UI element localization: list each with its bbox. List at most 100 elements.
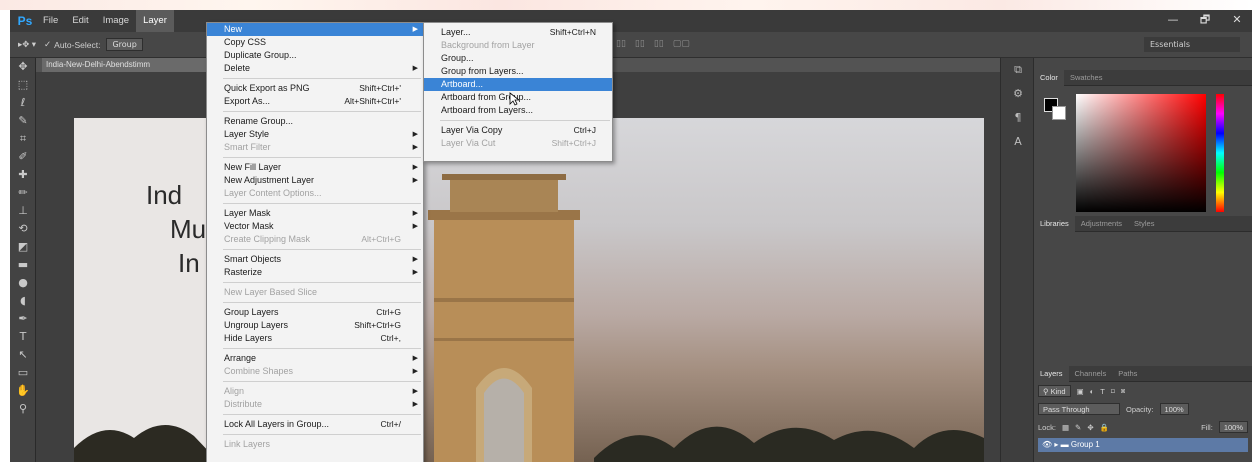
layer-menu-item-duplicate-group[interactable]: Duplicate Group...: [207, 49, 423, 62]
new-submenu-item-layer[interactable]: Layer... Shift+Ctrl+N: [424, 26, 612, 39]
tab-paths[interactable]: Paths: [1112, 369, 1143, 378]
fill-field[interactable]: 100%: [1218, 421, 1248, 433]
tab-libraries[interactable]: Libraries: [1034, 215, 1075, 232]
layer-menu-item-lock-all-layers-in-group[interactable]: Lock All Layers in Group... Ctrl+/: [207, 418, 423, 431]
clone-stamp-icon[interactable]: ⊥: [10, 202, 36, 220]
properties-panel-icon[interactable]: ⚙: [1001, 82, 1035, 106]
history-panel-icon[interactable]: ⧉: [1001, 58, 1035, 82]
menu-image[interactable]: Image: [96, 10, 136, 32]
menu-separator: [223, 414, 421, 415]
menu-item-label: Artboard...: [441, 79, 484, 89]
document-tab[interactable]: India-New-Delhi-Abendstimm: [42, 58, 212, 72]
dodge-tool-icon[interactable]: ◖: [10, 292, 36, 310]
tab-swatches[interactable]: Swatches: [1064, 73, 1109, 82]
history-brush-icon[interactable]: ⟲: [10, 220, 36, 238]
minimize-icon[interactable]: —: [1164, 13, 1182, 27]
distribute-right-icon[interactable]: ▯▯: [654, 39, 664, 49]
tab-adjustments[interactable]: Adjustments: [1075, 219, 1128, 228]
crop-tool-icon[interactable]: ⌗: [10, 130, 36, 148]
layer-menu-item-layer-mask[interactable]: Layer Mask ▶: [207, 207, 423, 220]
auto-align-icon[interactable]: ▢▢: [673, 39, 690, 49]
new-submenu-item-artboard[interactable]: Artboard...: [424, 78, 612, 91]
quick-select-tool-icon[interactable]: ✎: [10, 112, 36, 130]
paragraph-panel-icon[interactable]: ¶: [1001, 106, 1035, 130]
layer-menu-item-quick-export-as-png[interactable]: Quick Export as PNG Shift+Ctrl+': [207, 82, 423, 95]
layer-menu-item-new-adjustment-layer[interactable]: New Adjustment Layer ▶: [207, 174, 423, 187]
blur-tool-icon[interactable]: ●: [10, 274, 36, 292]
distribute-left-icon[interactable]: ▯▯: [616, 39, 626, 49]
hand-tool-icon[interactable]: ✋: [10, 382, 36, 400]
tab-color[interactable]: Color: [1034, 69, 1064, 86]
hue-slider[interactable]: [1216, 94, 1224, 212]
shape-tool-icon[interactable]: ▭: [10, 364, 36, 382]
layer-menu-item-copy-css[interactable]: Copy CSS: [207, 36, 423, 49]
layer-menu-item-smart-objects[interactable]: Smart Objects ▶: [207, 253, 423, 266]
menu-item-label: Lock All Layers in Group...: [224, 419, 330, 429]
layer-menu-item-layer-style[interactable]: Layer Style ▶: [207, 128, 423, 141]
opacity-label: Opacity:: [1126, 404, 1154, 414]
new-submenu-item-group[interactable]: Group...: [424, 52, 612, 65]
tab-layers[interactable]: Layers: [1034, 365, 1069, 382]
layer-menu-item-ungroup-layers[interactable]: Ungroup Layers Shift+Ctrl+G: [207, 319, 423, 332]
lasso-tool-icon[interactable]: ℓ: [10, 94, 36, 112]
eraser-tool-icon[interactable]: ◩: [10, 238, 36, 256]
gradient-tool-icon[interactable]: ▬: [10, 256, 36, 274]
auto-select-target-dropdown[interactable]: Group: [106, 38, 143, 51]
menu-item-label: Rasterize: [224, 267, 263, 277]
restore-icon[interactable]: 🗗: [1196, 13, 1214, 27]
layer-menu-item-new-fill-layer[interactable]: New Fill Layer ▶: [207, 161, 423, 174]
menu-item-label: Export As...: [224, 96, 271, 106]
zoom-tool-icon[interactable]: ⚲: [10, 400, 36, 418]
layer-row-group[interactable]: 👁 ▸ ▬ Group 1: [1038, 438, 1248, 452]
filter-pixel-icon[interactable]: ▣: [1077, 387, 1084, 396]
layer-menu-item-arrange[interactable]: Arrange ▶: [207, 352, 423, 365]
layer-menu-item-new[interactable]: New ▶: [207, 23, 423, 36]
submenu-arrow-icon: ▶: [412, 177, 418, 184]
eyedropper-tool-icon[interactable]: ✐: [10, 148, 36, 166]
new-submenu-item-group-from-layers[interactable]: Group from Layers...: [424, 65, 612, 78]
filter-smart-object-icon[interactable]: ⧈: [1121, 386, 1126, 396]
background-color-swatch[interactable]: [1052, 106, 1066, 120]
menu-layer[interactable]: Layer: [136, 10, 174, 32]
lock-brush-icon[interactable]: ✎: [1075, 423, 1081, 432]
character-panel-icon[interactable]: A: [1001, 130, 1035, 154]
tab-styles[interactable]: Styles: [1128, 219, 1160, 228]
lock-row: Lock: ▦ ✎ ✥ 🔒 Fill: 100%: [1034, 418, 1252, 436]
layer-menu-item-export-as[interactable]: Export As... Alt+Shift+Ctrl+': [207, 95, 423, 108]
layer-menu-item-hide-layers[interactable]: Hide Layers Ctrl+,: [207, 332, 423, 345]
workspace-dropdown[interactable]: Essentials: [1144, 37, 1240, 52]
pen-tool-icon[interactable]: ✒: [10, 310, 36, 328]
menu-file[interactable]: File: [36, 10, 65, 32]
menu-edit[interactable]: Edit: [65, 10, 95, 32]
lock-all-icon[interactable]: 🔒: [1100, 423, 1109, 432]
filter-shape-icon[interactable]: ⌑: [1111, 387, 1115, 396]
opacity-field[interactable]: 100%: [1159, 403, 1189, 415]
filter-type-icon[interactable]: T: [1100, 387, 1105, 396]
color-picker-field[interactable]: [1076, 94, 1206, 212]
auto-select-checkbox[interactable]: ✓: [44, 39, 51, 50]
menu-item-label: Layer...: [441, 27, 471, 37]
close-icon[interactable]: ✕: [1228, 13, 1246, 27]
layer-menu-item-vector-mask[interactable]: Vector Mask ▶: [207, 220, 423, 233]
type-tool-icon[interactable]: T: [10, 328, 36, 346]
new-submenu-item-layer-via-cut: Layer Via Cut Shift+Ctrl+J: [424, 137, 612, 150]
lock-position-icon[interactable]: ✥: [1087, 423, 1093, 432]
move-tool-icon[interactable]: ▸✥ ▾: [18, 39, 36, 50]
layer-menu-item-delete[interactable]: Delete ▶: [207, 62, 423, 75]
distribute-center-icon[interactable]: ▯▯: [635, 39, 645, 49]
blend-mode-dropdown[interactable]: Pass Through: [1038, 403, 1120, 415]
layer-menu-item-group-layers[interactable]: Group Layers Ctrl+G: [207, 306, 423, 319]
new-submenu-item-layer-via-copy[interactable]: Layer Via Copy Ctrl+J: [424, 124, 612, 137]
brush-tool-icon[interactable]: ✏: [10, 184, 36, 202]
lock-pixels-icon[interactable]: ▦: [1062, 423, 1069, 432]
layer-kind-filter[interactable]: ⚲ Kind: [1038, 385, 1071, 397]
path-select-icon[interactable]: ↖: [10, 346, 36, 364]
layer-menu-item-rename-group[interactable]: Rename Group...: [207, 115, 423, 128]
layer-menu-item-rasterize[interactable]: Rasterize ▶: [207, 266, 423, 279]
move-tool-icon[interactable]: ✥: [10, 58, 36, 76]
marquee-tool-icon[interactable]: ⬚: [10, 76, 36, 94]
filter-adjustment-icon[interactable]: ◐: [1090, 387, 1095, 396]
healing-brush-icon[interactable]: ✚: [10, 166, 36, 184]
tab-channels[interactable]: Channels: [1069, 369, 1113, 378]
menu-separator: [223, 302, 421, 303]
